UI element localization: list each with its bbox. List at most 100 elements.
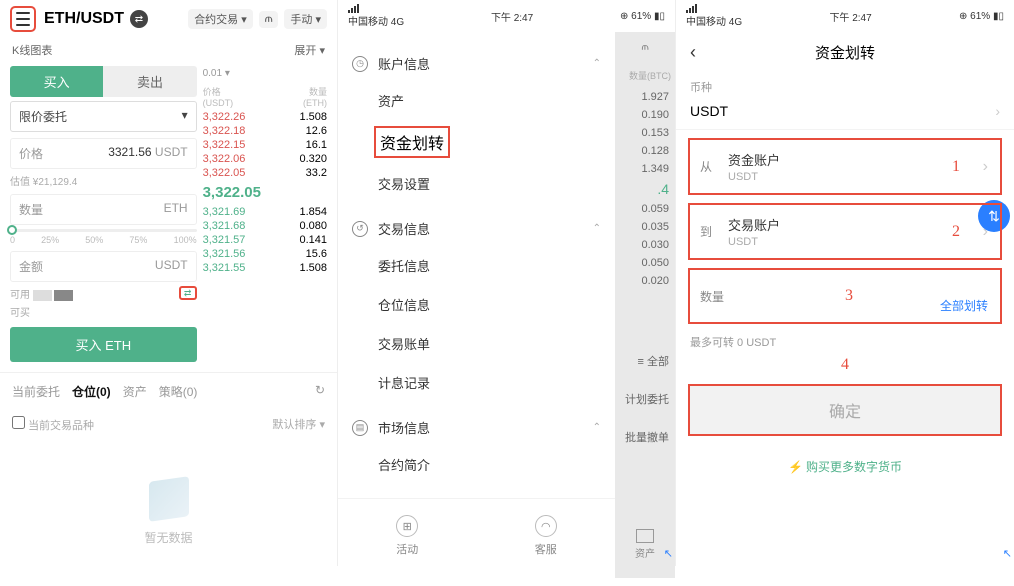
status-time: 下午 2:47 — [829, 9, 871, 24]
tab-sell[interactable]: 卖出 — [103, 66, 196, 97]
signal-icon — [686, 4, 742, 13]
headset-icon: ◠ — [535, 515, 557, 537]
amount-input[interactable]: 金额 USDT — [10, 251, 197, 282]
top-bar: ETH/USDT ⇄ 合约交易 ▾ ⫙ 手动 ▾ — [0, 0, 337, 38]
annotation-4: 4 — [676, 356, 1014, 374]
back-icon[interactable]: ‹ — [690, 42, 710, 63]
status-time: 下午 2:47 — [491, 9, 533, 24]
bottom-bar: ⊞活动 ◠客服 — [338, 498, 615, 573]
peek-batch[interactable]: 批量撤单 — [615, 426, 675, 448]
chevron-right-icon: › — [983, 158, 988, 176]
drawer-menu: ◷账户信息⌃ 资产 资金划转 交易设置 ↺交易信息⌃ 委托信息 仓位信息 交易账… — [338, 32, 615, 578]
coin-label: 币种 — [676, 73, 1014, 101]
layout-icon[interactable]: ⫙ — [259, 11, 279, 28]
bolt-icon: ⚡ — [788, 460, 803, 474]
peek-all[interactable]: ≡ 全部 — [615, 350, 675, 372]
menu-trade-bill[interactable]: 交易账单 — [338, 324, 615, 363]
to-account-box[interactable]: 到 交易账户USDT 2 › — [688, 203, 1002, 260]
trade-screen: ETH/USDT ⇄ 合约交易 ▾ ⫙ 手动 ▾ K线图表 展开 ▾ 买入 卖出… — [0, 0, 338, 566]
bids: 3,321.691.854 3,321.680.080 3,321.570.14… — [203, 205, 327, 275]
tab-positions[interactable]: 仓位(0) — [72, 383, 111, 400]
order-form: 买入 卖出 限价委托▾ 价格 3321.56 USDT 估值 ¥21,129.4… — [10, 62, 197, 362]
chevron-up-icon: ⌃ — [593, 58, 601, 69]
cursor-icon: ↖ — [664, 547, 673, 560]
contract-chip[interactable]: 合约交易 ▾ — [188, 9, 253, 29]
peek-swap-icon[interactable]: ⫙ — [615, 32, 675, 63]
filter-checkbox[interactable] — [12, 416, 25, 429]
confirm-button[interactable]: 确定 — [688, 384, 1002, 436]
tab-orders[interactable]: 当前委托 — [12, 383, 60, 400]
position-tabs: 当前委托 仓位(0) 资产 策略(0) ↻ — [0, 372, 337, 410]
buyable-row: 可买 — [10, 304, 197, 319]
sort-select[interactable]: 默认排序 ▾ — [272, 416, 325, 433]
from-account-box[interactable]: 从 资金账户USDT 1 › — [688, 138, 1002, 195]
annotation-2: 2 — [952, 223, 960, 241]
empty-state: 暂无数据 — [0, 439, 337, 586]
max-label: 最多可转 0 USDT — [676, 332, 1014, 352]
chevron-up-icon: ⌃ — [593, 223, 601, 234]
status-bar: 中国移动 4G 下午 2:47 ⊕ 61% ▮▯ — [676, 0, 1014, 32]
pair-label[interactable]: ETH/USDT — [44, 10, 124, 28]
order-type-select[interactable]: 限价委托▾ — [10, 101, 197, 132]
chevron-down-icon: ▾ — [182, 108, 188, 125]
menu-trade-settings[interactable]: 交易设置 — [338, 164, 615, 203]
status-bar: 中国移动 4G 下午 2:47 ⊕ 61% ▮▯ — [338, 0, 675, 32]
buy-button[interactable]: 买入 ETH — [10, 327, 197, 362]
signal-icon — [348, 4, 404, 13]
kline-label: K线图表 — [12, 42, 52, 58]
orderbook: 0.01 ▾ 价格(USDT) 数量(ETH) 3,322.261.508 3,… — [203, 62, 327, 362]
empty-icon — [149, 476, 189, 522]
tab-strategy[interactable]: 策略(0) — [159, 383, 198, 400]
doc-icon: ▤ — [352, 420, 368, 436]
btm-activity[interactable]: ⊞活动 — [396, 515, 418, 557]
section-account[interactable]: ◷账户信息⌃ — [338, 46, 615, 81]
chevron-right-icon: › — [983, 223, 988, 241]
kline-bar[interactable]: K线图表 展开 ▾ — [0, 38, 337, 62]
menu-transfer[interactable]: 资金划转 — [374, 126, 450, 158]
tab-assets[interactable]: 资产 — [123, 383, 147, 400]
annotation-3: 3 — [845, 287, 853, 305]
kline-expand[interactable]: 展开 ▾ — [294, 42, 325, 58]
battery-icon: ⊕ 61% ▮▯ — [959, 11, 1004, 22]
btm-service[interactable]: ◠客服 — [535, 515, 557, 557]
section-market[interactable]: ▤市场信息⌃ — [338, 410, 615, 445]
chevron-up-icon: ⌃ — [593, 422, 601, 433]
coin-select[interactable]: USDT› — [676, 101, 1014, 130]
amount-box[interactable]: 数量 3 全部划转 — [688, 268, 1002, 324]
qty-input[interactable]: 数量 ETH — [10, 194, 197, 225]
menu-contract-intro[interactable]: 合约简介 — [338, 445, 615, 484]
tab-buy[interactable]: 买入 — [10, 66, 103, 97]
history-icon: ↺ — [352, 221, 368, 237]
cursor-icon: ↖ — [1003, 547, 1012, 560]
chevron-right-icon: › — [995, 103, 1000, 119]
menu-position-info[interactable]: 仓位信息 — [338, 285, 615, 324]
transfer-all-button[interactable]: 全部划转 — [940, 297, 988, 314]
qty-slider[interactable] — [10, 229, 197, 232]
available-row: 可用 ⇄ — [10, 286, 197, 301]
drawer-peek: ⫙ 数量(BTC) 1.927 0.190 0.153 0.128 1.349 … — [615, 32, 675, 578]
transfer-icon[interactable]: ⇄ — [179, 286, 197, 300]
asks: 3,322.261.508 3,322.1812.6 3,322.1516.1 … — [203, 110, 327, 180]
transfer-screen: 中国移动 4G 下午 2:47 ⊕ 61% ▮▯ ‹ 资金划转 币种 USDT›… — [676, 0, 1014, 566]
manual-chip[interactable]: 手动 ▾ — [284, 9, 327, 29]
battery-icon: ⊕ 61% ▮▯ — [620, 11, 665, 22]
wallet-icon[interactable] — [636, 529, 654, 543]
gift-icon: ⊞ — [396, 515, 418, 537]
annotation-1: 1 — [952, 158, 960, 176]
estimate-label: 估值 ¥21,129.4 — [10, 173, 197, 188]
section-trade[interactable]: ↺交易信息⌃ — [338, 211, 615, 246]
price-input[interactable]: 价格 3321.56 USDT — [10, 138, 197, 169]
drawer-screen: 中国移动 4G 下午 2:47 ⊕ 61% ▮▯ ◷账户信息⌃ 资产 资金划转 … — [338, 0, 676, 566]
mid-price: 3,322.05 — [203, 180, 327, 205]
menu-assets[interactable]: 资产 — [338, 81, 615, 120]
menu-order-info[interactable]: 委托信息 — [338, 246, 615, 285]
slider-ticks: 025%50%75%100% — [10, 235, 197, 245]
menu-interest[interactable]: 计息记录 — [338, 363, 615, 402]
tick-select[interactable]: 0.01 ▾ — [203, 62, 327, 79]
peek-plan[interactable]: 计划委托 — [615, 388, 675, 410]
refresh-icon[interactable]: ↻ — [315, 383, 325, 400]
buy-sell-tabs: 买入 卖出 — [10, 66, 197, 97]
buy-more-link[interactable]: ⚡购买更多数字货币 — [676, 446, 1014, 487]
menu-icon[interactable] — [10, 6, 36, 32]
swap-icon[interactable]: ⇄ — [130, 10, 148, 28]
